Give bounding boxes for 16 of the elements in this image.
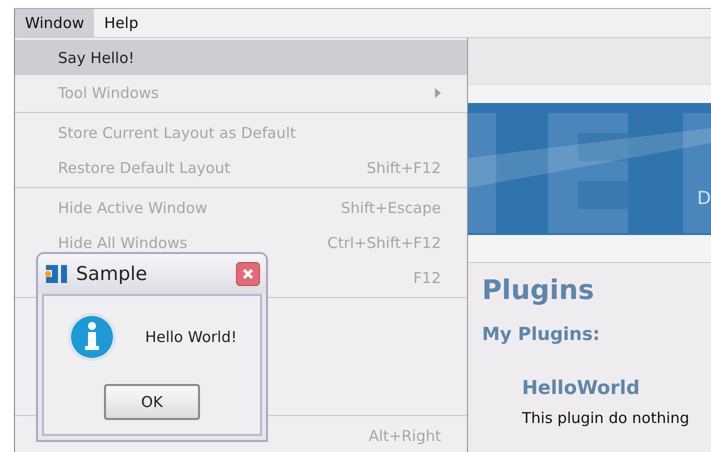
plugin-name: HelloWorld [522,377,641,399]
close-button[interactable] [236,262,260,286]
submenu-arrow-icon [435,88,441,98]
ok-button[interactable]: OK [104,384,200,420]
dialog-title: Sample [76,263,148,285]
plugin-description: This plugin do nothing [522,409,690,427]
banner-text: D [697,188,711,209]
app-logo-icon [44,262,70,286]
dialog-message: Hello World! [145,328,237,346]
menu-bar-item[interactable]: Window [15,9,94,37]
menu-bar-item[interactable]: Help [94,9,148,37]
close-icon [242,268,254,280]
info-icon [67,312,118,362]
page-title: Plugins [482,275,596,306]
section-heading: My Plugins: [482,324,601,345]
menu-item[interactable]: Say Hello! [15,40,467,75]
